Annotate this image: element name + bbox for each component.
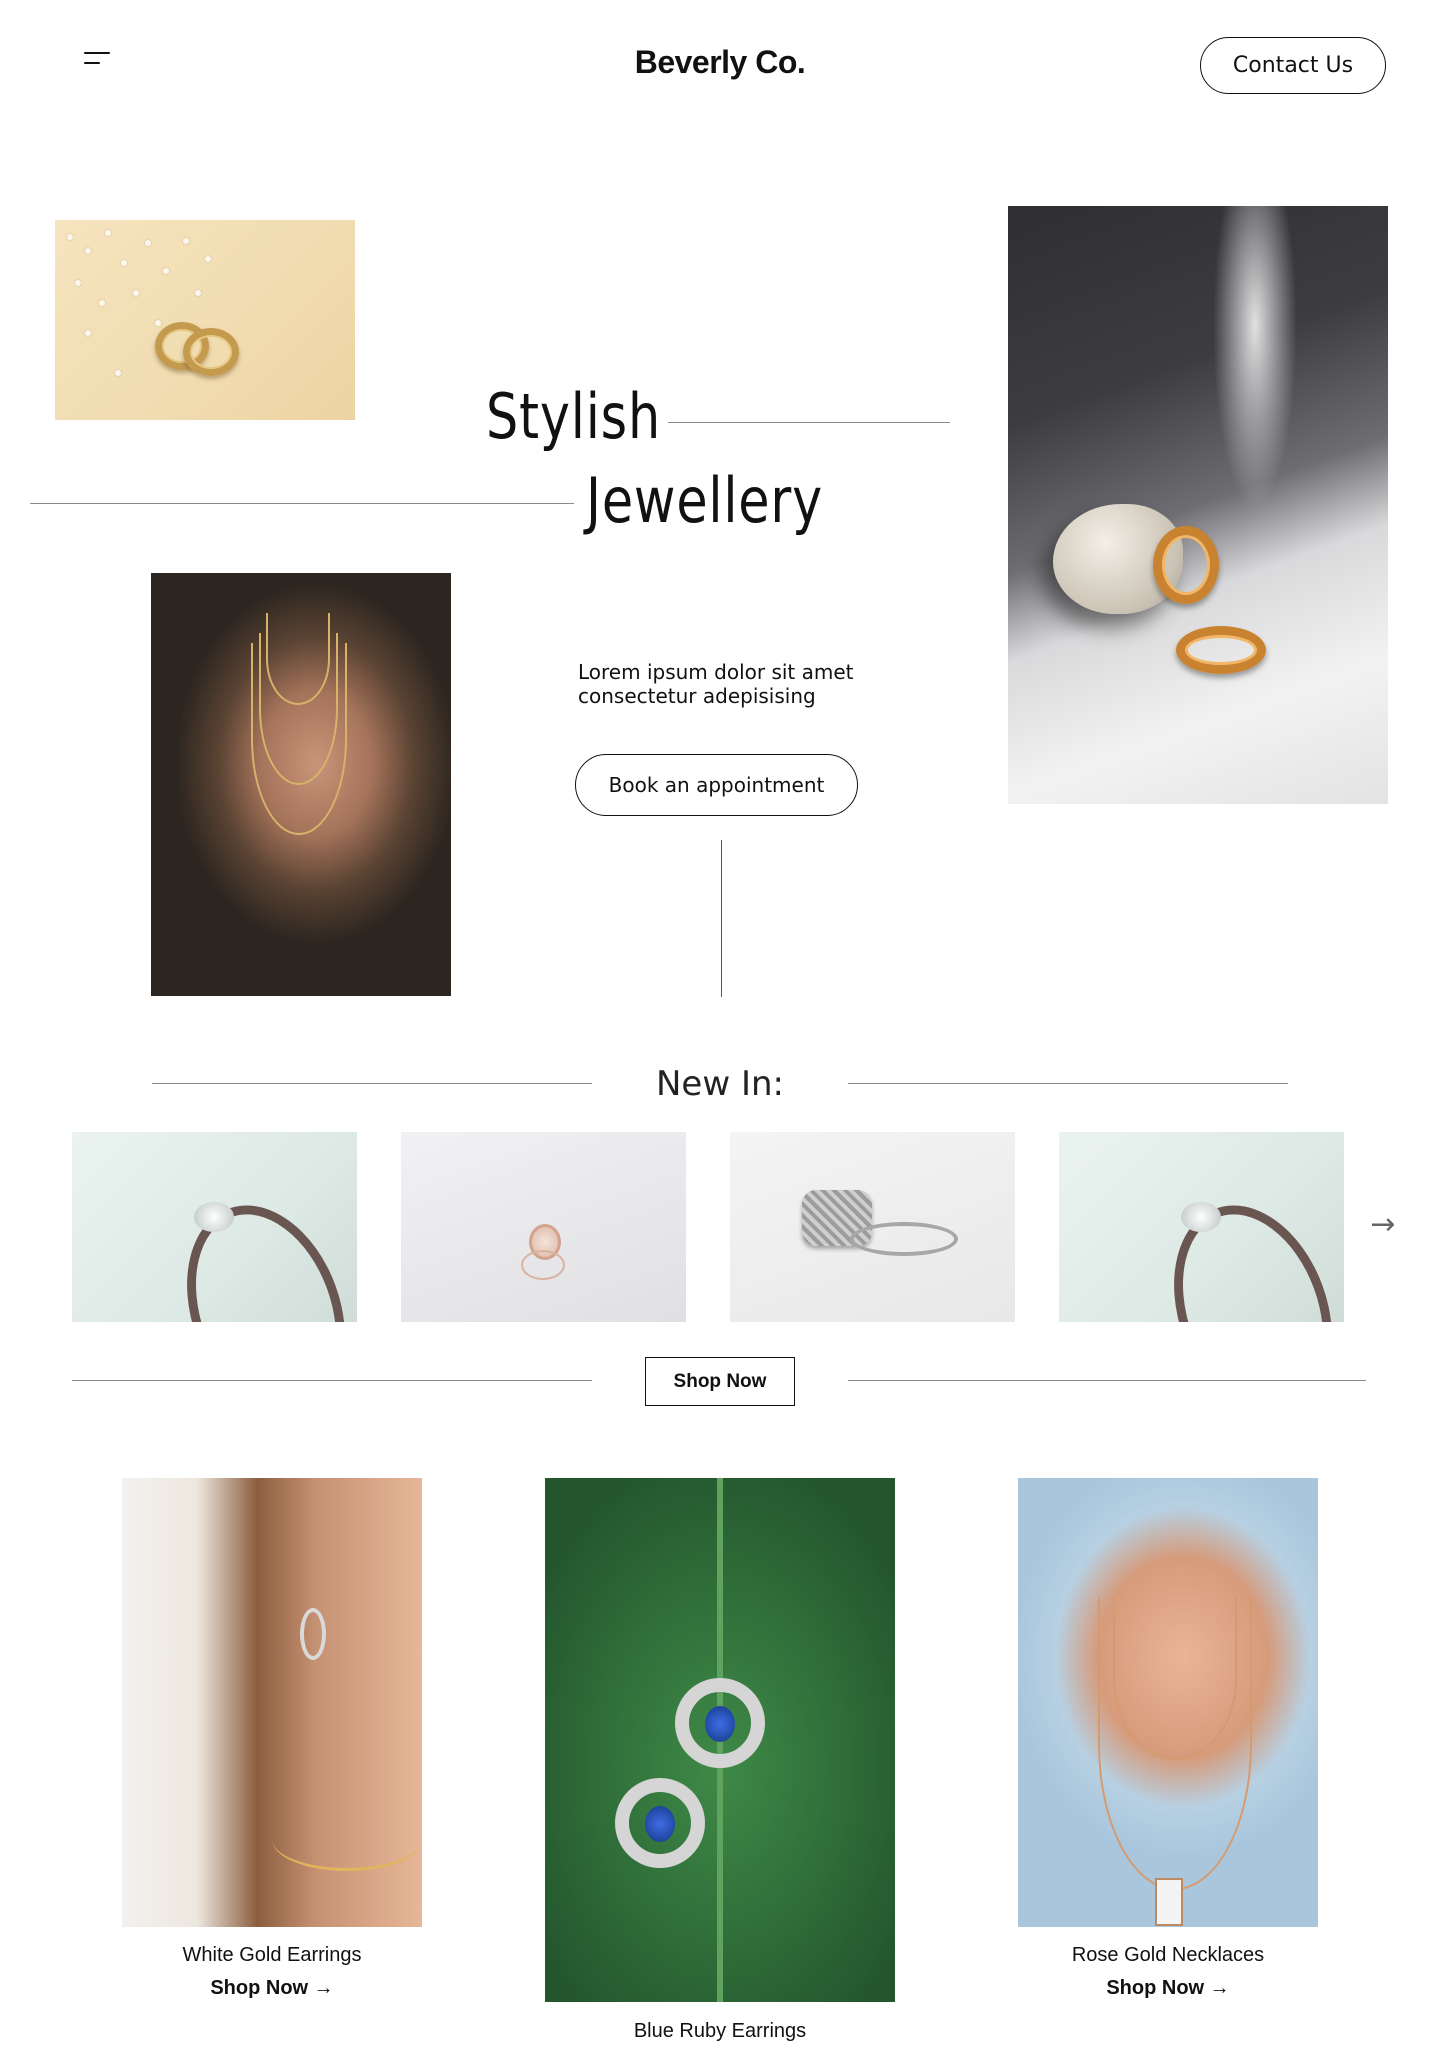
divider (668, 422, 950, 423)
arrow-right-icon: → (1209, 1977, 1230, 1999)
tagline-line: consectetur adepisising (578, 684, 816, 708)
contact-us-button[interactable]: Contact Us (1200, 37, 1386, 94)
blue-ruby-earrings-image[interactable] (545, 1478, 895, 2002)
rose-gold-necklaces-image[interactable] (1018, 1478, 1318, 1927)
vertical-divider (721, 840, 722, 997)
arrow-right-icon: → (313, 1977, 334, 1999)
gold-rings-photo (55, 220, 355, 420)
product-card-rose-ring[interactable] (401, 1132, 686, 1322)
shop-link-label: Shop Now (1106, 1977, 1205, 1999)
divider (848, 1083, 1288, 1084)
product-card-diamond-ring[interactable] (72, 1132, 357, 1322)
category-shop-link[interactable]: Shop Now → (1018, 1977, 1318, 2000)
menu-icon[interactable] (84, 50, 112, 68)
divider (848, 1380, 1366, 1381)
product-card-silver-ring[interactable] (730, 1132, 1015, 1322)
gold-hoop-earrings-photo (1008, 206, 1388, 804)
category-shop-link[interactable]: Shop Now → (122, 1977, 422, 2000)
divider (72, 1380, 592, 1381)
hero-title-jewellery: Jewellery (586, 464, 824, 537)
hero-tagline: Lorem ipsum dolor sit amet consectetur a… (578, 660, 908, 708)
divider (30, 503, 574, 504)
divider (152, 1083, 592, 1084)
shop-now-button[interactable]: Shop Now (645, 1357, 795, 1406)
category-name: White Gold Earrings (182, 1944, 362, 1966)
category-name: Rose Gold Necklaces (1071, 1944, 1265, 1966)
white-gold-earrings-image[interactable] (122, 1478, 422, 1927)
woman-necklace-photo (151, 573, 451, 996)
tagline-line: Lorem ipsum dolor sit amet (578, 660, 854, 684)
new-in-heading: New In: (656, 1064, 784, 1104)
arrow-right-icon[interactable]: → (1368, 1210, 1398, 1240)
book-appointment-button[interactable]: Book an appointment (575, 754, 858, 816)
hero-title-stylish: Stylish (486, 380, 661, 453)
product-card-diamond-ring[interactable] (1059, 1132, 1344, 1322)
brand-logo[interactable]: Beverly Co. (540, 44, 900, 81)
shop-link-label: Shop Now (210, 1977, 309, 1999)
category-name: Blue Ruby Earrings (633, 2020, 807, 2042)
